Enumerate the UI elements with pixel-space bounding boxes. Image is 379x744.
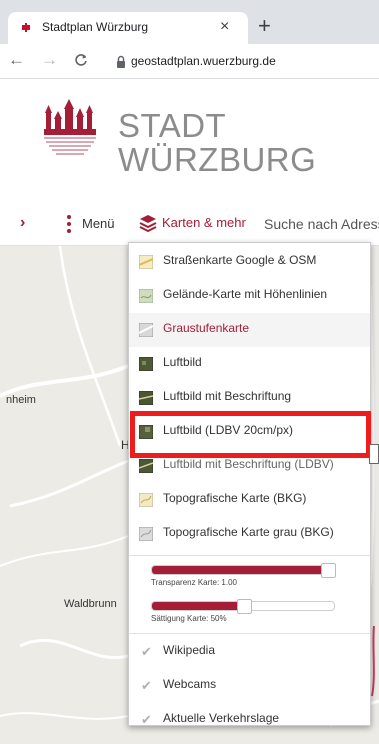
topo-map-thumb-icon xyxy=(139,493,153,507)
map-option-label: Graustufenkarte xyxy=(163,321,250,335)
city-logo[interactable] xyxy=(40,99,104,163)
overlay-option-traffic[interactable]: ✔ Aktuelle Verkehrslage xyxy=(129,703,370,737)
layers-icon[interactable] xyxy=(139,214,157,232)
map-option-aerial[interactable]: Luftbild xyxy=(129,347,370,381)
map-scroll-handle[interactable] xyxy=(369,444,379,464)
transparency-track[interactable] xyxy=(151,563,336,578)
map-place-label: nheim xyxy=(6,394,36,406)
overlay-option-label: Aktuelle Verkehrslage xyxy=(163,711,280,725)
new-tab-button[interactable]: + xyxy=(258,14,271,38)
aerial-thumb-icon xyxy=(139,357,153,371)
site-header: STADT WÜRZBURG xyxy=(0,79,379,204)
topo-gray-map-thumb-icon xyxy=(139,527,153,541)
karten-dropdown: Straßenkarte Google & OSM Gelände-Karte … xyxy=(128,242,371,727)
map-option-aerial-labels[interactable]: Luftbild mit Beschriftung xyxy=(129,381,370,415)
street-map-thumb-icon xyxy=(139,255,153,269)
check-icon: ✔ xyxy=(141,644,152,659)
map-option-topo[interactable]: Topografische Karte (BKG) xyxy=(129,483,370,517)
map-option-label: Luftbild mit Beschriftung (LDBV) xyxy=(163,457,334,471)
map-option-label: Luftbild xyxy=(163,355,202,369)
saturation-track[interactable] xyxy=(151,599,335,614)
city-line2: WÜRZBURG xyxy=(118,141,317,178)
overlay-option-wikipedia[interactable]: ✔ Wikipedia xyxy=(129,635,370,669)
check-icon: ✔ xyxy=(141,678,152,693)
overlay-option-label: Webcams xyxy=(163,677,217,691)
check-icon: ✔ xyxy=(141,712,152,727)
map-option-label: Straßenkarte Google & OSM xyxy=(163,253,317,267)
forward-arrow-icon[interactable]: → xyxy=(41,50,58,70)
divider xyxy=(129,633,370,634)
map-option-grayscale[interactable]: Graustufenkarte xyxy=(129,313,370,347)
transparency-caption: Transparenz Karte: 1.00 xyxy=(151,578,237,587)
aerial-ldbv-labels-thumb-icon xyxy=(139,459,153,473)
lock-icon[interactable] xyxy=(115,55,127,69)
map-option-topo-gray[interactable]: Topografische Karte grau (BKG) xyxy=(129,517,370,551)
karten-mehr-button[interactable]: Karten & mehr xyxy=(162,215,246,230)
transparency-thumb[interactable] xyxy=(321,563,336,578)
address-bar[interactable]: geostadtplan.wuerzburg.de xyxy=(131,54,276,68)
map-option-label: Topografische Karte (BKG) xyxy=(163,491,307,505)
browser-window: Stadtplan Würzburg × + ← → geostadtplan.… xyxy=(0,0,379,744)
aerial-labels-thumb-icon xyxy=(139,391,153,405)
browser-toolbar: ← → geostadtplan.wuerzburg.de xyxy=(0,44,379,79)
saturation-thumb[interactable] xyxy=(237,599,252,614)
saturation-fill xyxy=(152,602,243,610)
map-option-label: Luftbild mit Beschriftung xyxy=(163,389,292,403)
map-place-label: Waldbrunn xyxy=(64,598,117,610)
menu-button[interactable]: Menü xyxy=(82,216,115,231)
grayscale-map-thumb-icon xyxy=(139,323,153,337)
overlay-option-label: Wikipedia xyxy=(163,643,216,657)
search-input[interactable]: Suche nach Adress xyxy=(264,216,379,232)
close-tab-icon[interactable]: × xyxy=(220,17,229,37)
saturation-caption: Sättigung Karte: 50% xyxy=(151,614,227,623)
map-option-label: Topografische Karte grau (BKG) xyxy=(163,525,334,539)
browser-tab[interactable]: Stadtplan Würzburg × xyxy=(8,12,248,44)
city-line1: STADT xyxy=(118,107,227,144)
back-arrow-icon[interactable]: ← xyxy=(8,50,25,70)
city-wordmark[interactable]: STADT WÜRZBURG xyxy=(118,109,316,177)
menu-dots-icon[interactable] xyxy=(67,215,71,233)
site-navbar: › Menü Karten & mehr Suche nach Adress xyxy=(0,203,379,246)
tab-strip: Stadtplan Würzburg × + xyxy=(0,0,379,44)
expand-arrow-icon[interactable]: › xyxy=(20,214,25,232)
tab-title: Stadtplan Würzburg xyxy=(42,20,149,34)
overlay-option-webcams[interactable]: ✔ Webcams xyxy=(129,669,370,703)
transparency-fill xyxy=(152,566,327,574)
highlight-box xyxy=(130,411,371,458)
terrain-map-thumb-icon xyxy=(139,289,153,303)
map-option-street[interactable]: Straßenkarte Google & OSM xyxy=(129,245,370,279)
map-option-label: Gelände-Karte mit Höhenlinien xyxy=(163,287,328,301)
divider xyxy=(129,555,370,556)
map-option-terrain[interactable]: Gelände-Karte mit Höhenlinien xyxy=(129,279,370,313)
reload-icon[interactable] xyxy=(74,53,88,67)
favicon-icon xyxy=(22,23,30,32)
